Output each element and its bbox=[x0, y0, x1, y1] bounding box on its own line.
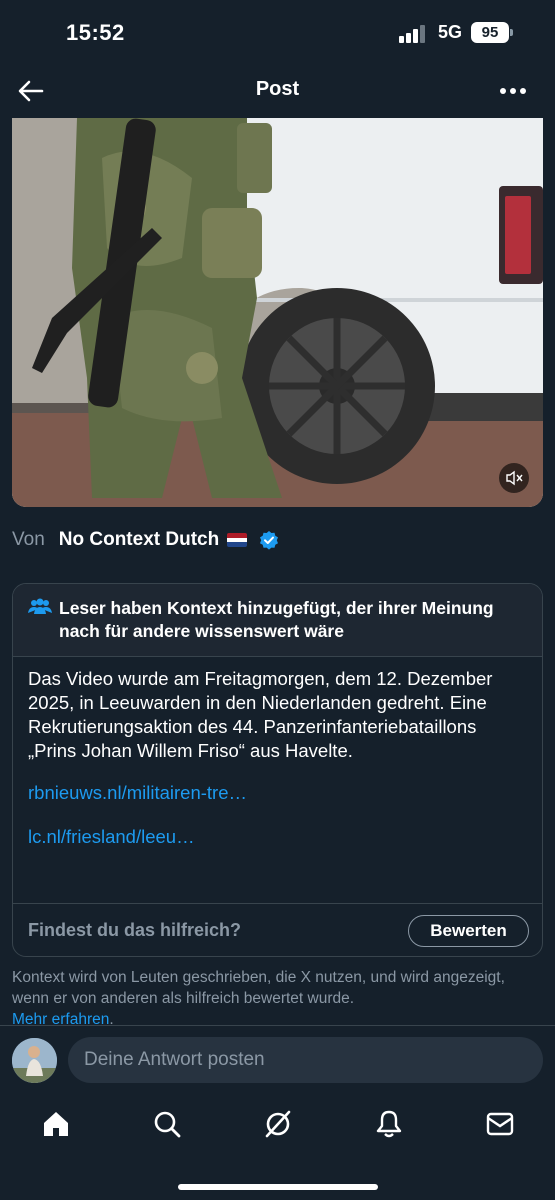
battery-tip bbox=[510, 29, 513, 36]
note-body: Das Video wurde am Freitagmorgen, dem 12… bbox=[13, 657, 542, 903]
avatar-image bbox=[12, 1038, 57, 1083]
post-header: Post bbox=[0, 66, 555, 116]
verified-badge-icon bbox=[260, 531, 279, 550]
note-footer: Findest du das hilfreich? Bewerten bbox=[13, 903, 542, 956]
note-text: Das Video wurde am Freitagmorgen, dem 12… bbox=[28, 668, 493, 761]
network-type: 5G bbox=[438, 22, 463, 42]
source-name[interactable]: No Context Dutch bbox=[59, 529, 219, 551]
note-source-link-2[interactable]: lc.nl/friesland/leeu… bbox=[28, 825, 529, 849]
note-header: Leser haben Kontext hinzugefügt, der ihr… bbox=[13, 584, 542, 657]
nav-home[interactable] bbox=[39, 1107, 73, 1141]
home-icon bbox=[44, 1112, 68, 1136]
more-options-button[interactable] bbox=[496, 76, 530, 106]
video-frame bbox=[12, 118, 543, 507]
people-icon bbox=[28, 598, 52, 614]
speaker-muted-icon bbox=[506, 470, 523, 486]
nav-search[interactable] bbox=[150, 1107, 184, 1141]
status-bar: 15:52 5G 95 bbox=[0, 0, 555, 66]
nav-notifications[interactable] bbox=[372, 1107, 406, 1141]
nav-grok[interactable] bbox=[261, 1107, 295, 1141]
helpful-question: Findest du das hilfreich? bbox=[28, 920, 242, 940]
search-icon bbox=[154, 1111, 181, 1138]
grok-icon bbox=[265, 1110, 291, 1138]
home-indicator bbox=[178, 1184, 378, 1190]
mute-toggle[interactable] bbox=[499, 463, 529, 493]
avatar[interactable] bbox=[12, 1038, 57, 1083]
status-time: 15:52 bbox=[66, 20, 125, 45]
nav-messages[interactable] bbox=[483, 1107, 517, 1141]
community-note: Leser haben Kontext hinzugefügt, der ihr… bbox=[12, 583, 543, 957]
note-title: Leser haben Kontext hinzugefügt, der ihr… bbox=[59, 598, 494, 641]
video-source: Von No Context Dutch bbox=[12, 526, 279, 554]
more-horizontal-icon bbox=[500, 88, 526, 94]
messages-icon bbox=[486, 1112, 514, 1136]
disclaimer-text: Kontext wird von Leuten geschrieben, die… bbox=[12, 969, 505, 1007]
rate-button[interactable]: Bewerten bbox=[408, 915, 529, 947]
battery-indicator: 95 bbox=[471, 22, 509, 43]
notifications-icon bbox=[376, 1110, 402, 1138]
source-prefix: Von bbox=[12, 529, 45, 550]
signal-strength-icon bbox=[399, 25, 429, 43]
reply-input[interactable]: Deine Antwort posten bbox=[68, 1037, 543, 1083]
page-title: Post bbox=[255, 78, 300, 100]
post-video[interactable] bbox=[12, 118, 543, 507]
reply-bar: Deine Antwort posten bbox=[0, 1025, 555, 1095]
netherlands-flag-icon bbox=[227, 533, 248, 547]
note-source-link-1[interactable]: rbnieuws.nl/militairen-tre… bbox=[28, 781, 529, 805]
note-disclaimer: Kontext wird von Leuten geschrieben, die… bbox=[12, 967, 532, 1030]
